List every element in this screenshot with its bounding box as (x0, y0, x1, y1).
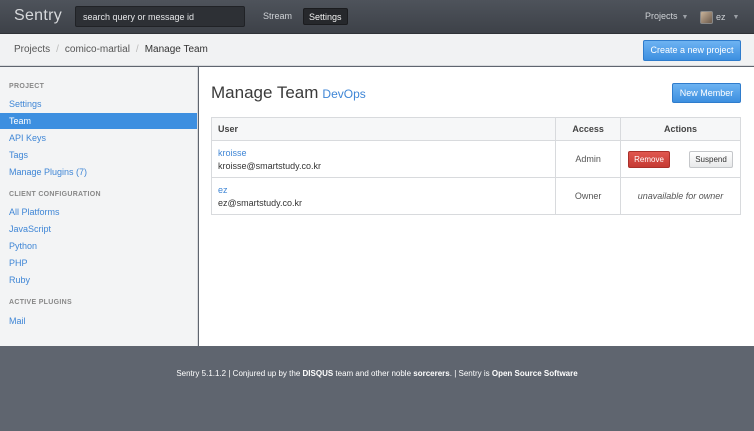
remove-button[interactable]: Remove (628, 150, 671, 168)
user-menu[interactable]: ez ▼ (700, 9, 739, 25)
create-project-button[interactable]: Create a new project (643, 40, 741, 61)
table-row: kroisse kroisse@smartstudy.co.kr Admin R… (210, 140, 741, 178)
sorcerers-link[interactable]: sorcerers (413, 369, 449, 378)
chevron-down-icon: ▼ (681, 14, 689, 21)
footer-sentry-is: Sentry is (458, 369, 490, 378)
sidebar-item-manage-plugins[interactable]: Manage Plugins (7) (0, 164, 197, 180)
projects-dropdown-label: Projects (645, 11, 678, 21)
access-cell: Owner (555, 177, 622, 215)
actions-note: unavailable for owner (620, 177, 741, 215)
sidebar-item-python[interactable]: Python (0, 238, 197, 254)
access-cell: Admin (555, 140, 622, 178)
sidebar-heading-client-config: CLIENT CONFIGURATION (9, 191, 101, 198)
sidebar-item-settings[interactable]: Settings (0, 96, 197, 112)
sidebar-item-mail[interactable]: Mail (0, 313, 197, 329)
team-table: User Access Actions kroisse kroisse@smar… (210, 117, 741, 215)
footer-text: Sentry 5.1.1.2 | Conjured up by the DISQ… (0, 369, 754, 378)
page-title-text: Manage Team (211, 83, 319, 102)
actions-cell: Remove Suspend (620, 140, 741, 178)
footer-separator: . | (449, 369, 457, 378)
breadcrumb: Projects / comico-martial / Manage Team (14, 44, 208, 55)
member-email: kroisse@smartstudy.co.kr (218, 160, 321, 171)
sidebar-item-javascript[interactable]: JavaScript (0, 221, 197, 237)
disqus-link[interactable]: DISQUS (303, 369, 334, 378)
nav-stream-link[interactable]: Stream (258, 8, 297, 25)
suspend-button[interactable]: Suspend (689, 150, 733, 168)
sentry-logo[interactable]: Sentry (14, 7, 62, 25)
nav-settings-link[interactable]: Settings (303, 8, 348, 25)
page-title: Manage Team DevOps (211, 83, 366, 103)
user-cell: kroisse kroisse@smartstudy.co.kr (210, 140, 557, 178)
breadcrumb-separator: / (135, 44, 139, 55)
sidebar-item-php[interactable]: PHP (0, 255, 197, 271)
footer (0, 346, 754, 431)
top-navbar: Sentry Stream Settings Projects▼ ez ▼ (0, 0, 754, 34)
sidebar-item-tags[interactable]: Tags (0, 147, 197, 163)
column-header-access: Access (555, 117, 622, 141)
breadcrumb-separator: / (56, 44, 59, 55)
user-name: ez (716, 12, 726, 22)
breadcrumb-project[interactable]: comico-martial (65, 44, 130, 55)
user-cell: ez ez@smartstudy.co.kr (210, 177, 557, 215)
open-source-link[interactable]: Open Source Software (492, 369, 578, 378)
member-name-link[interactable]: ez (218, 185, 555, 195)
breadcrumb-bar: Projects / comico-martial / Manage Team (0, 34, 754, 66)
chevron-down-icon: ▼ (732, 13, 740, 21)
footer-separator: | (228, 369, 231, 378)
breadcrumb-projects[interactable]: Projects (14, 44, 50, 55)
new-member-button[interactable]: New Member (672, 83, 741, 103)
sidebar-heading-project: PROJECT (9, 83, 45, 90)
team-name-link[interactable]: DevOps (322, 87, 365, 101)
table-row: ez ez@smartstudy.co.kr Owner unavailable… (210, 177, 741, 215)
sidebar-item-all-platforms[interactable]: All Platforms (0, 204, 197, 220)
sidebar-heading-active-plugins: ACTIVE PLUGINS (9, 299, 72, 306)
sidebar-item-team[interactable]: Team (0, 113, 197, 129)
member-email: ez@smartstudy.co.kr (218, 197, 302, 208)
search-input[interactable] (75, 6, 245, 27)
projects-dropdown[interactable]: Projects ▼ (640, 8, 693, 25)
sidebar-item-ruby[interactable]: Ruby (0, 272, 197, 288)
column-header-user: User (210, 117, 557, 141)
footer-team-text: team and other noble (335, 369, 412, 378)
actions-group: Remove Suspend (621, 150, 740, 168)
breadcrumb-current: Manage Team (144, 44, 208, 55)
sidebar: PROJECT Settings Team API Keys Tags Mana… (0, 67, 198, 346)
footer-version: Sentry 5.1.1.2 (176, 369, 227, 378)
avatar (700, 10, 713, 24)
footer-conjured: Conjured up by the (232, 369, 301, 378)
member-name-link[interactable]: kroisse (218, 148, 555, 158)
column-header-actions: Actions (620, 117, 741, 141)
sidebar-item-api-keys[interactable]: API Keys (0, 130, 197, 146)
